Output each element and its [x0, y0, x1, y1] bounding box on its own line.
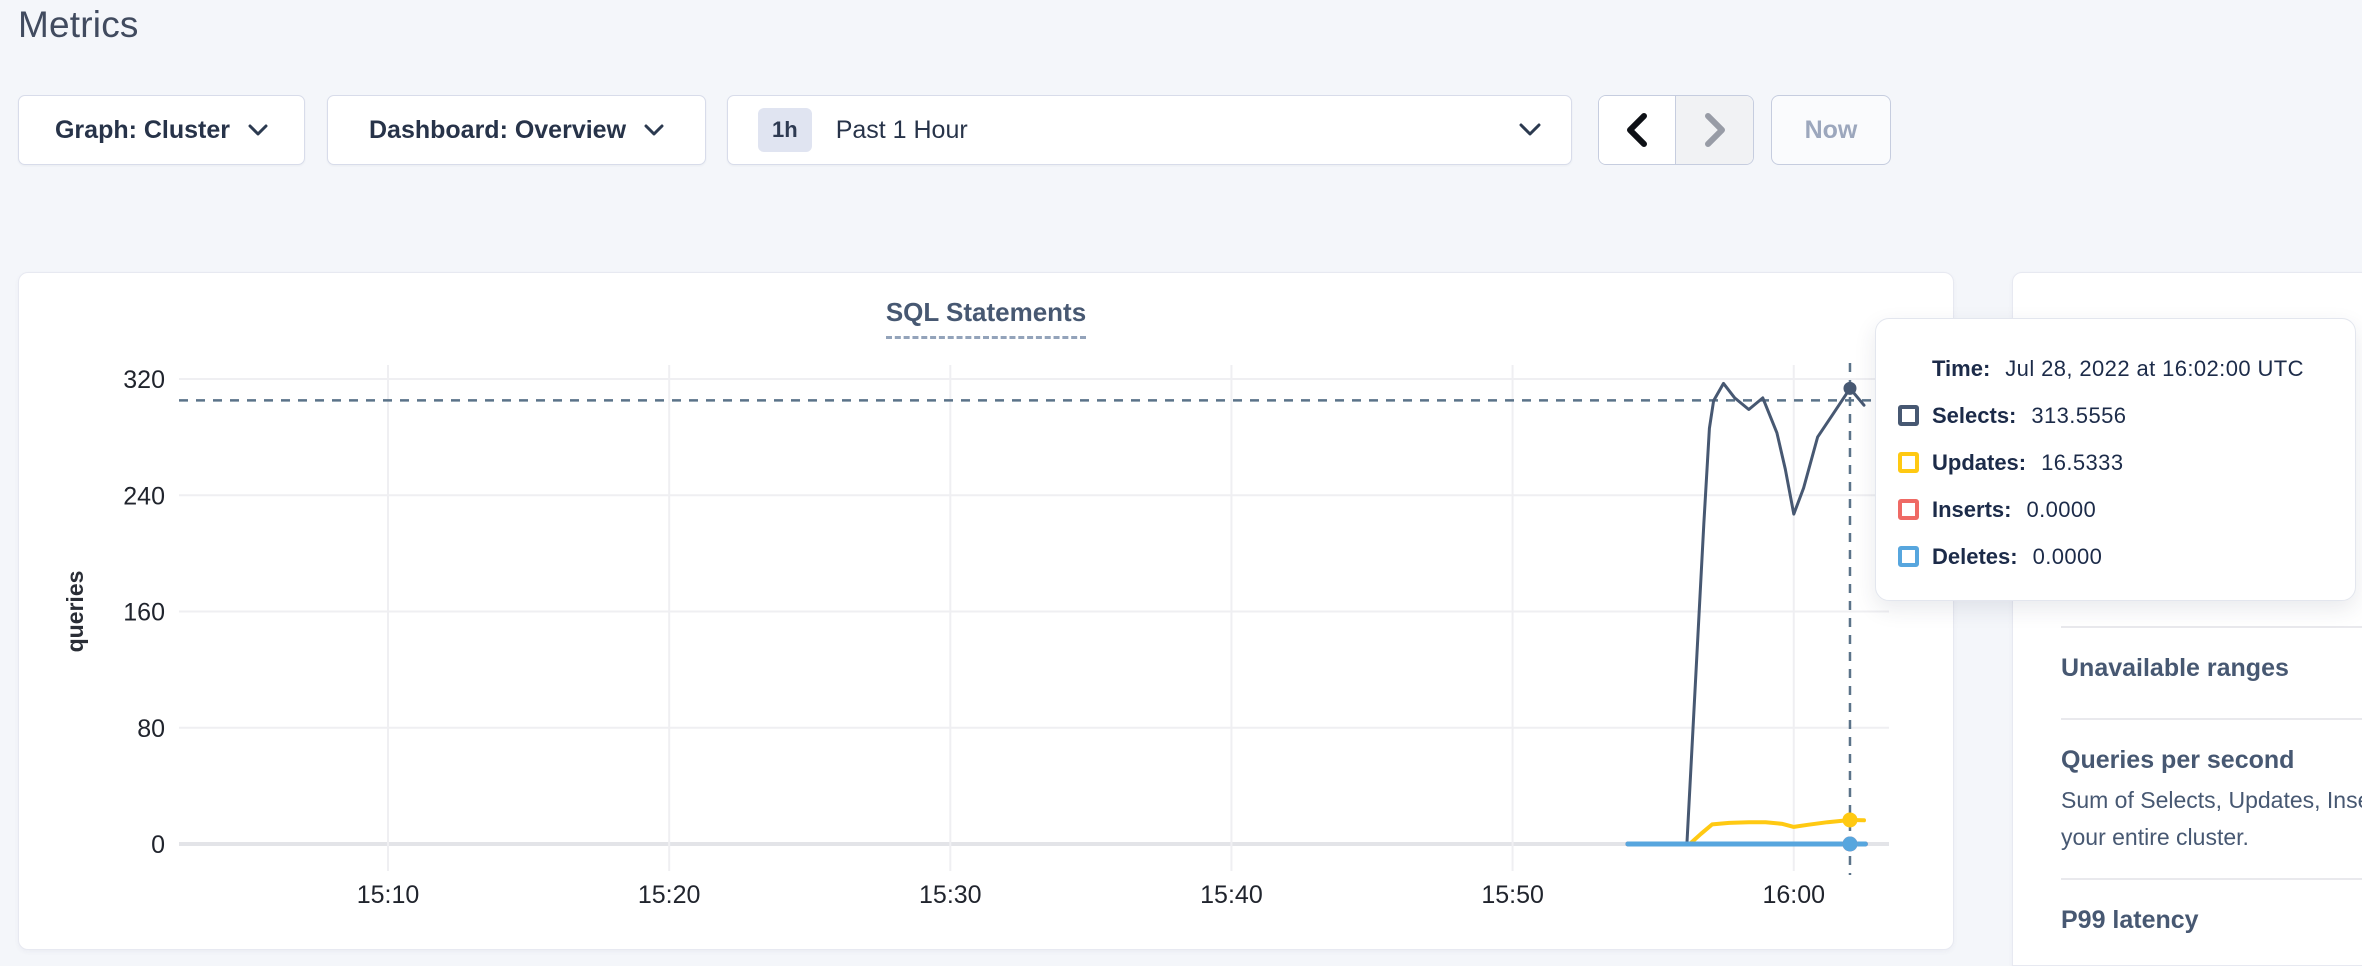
- sidebar-text-line2: your entire cluster.: [2061, 824, 2249, 851]
- tooltip-time-row: Time: Jul 28, 2022 at 16:02:00 UTC: [1898, 345, 2333, 392]
- tooltip-updates-row: Updates: 16.5333: [1898, 439, 2333, 486]
- svg-text:15:50: 15:50: [1481, 881, 1544, 909]
- sidebar-text-line1: Sum of Selects, Updates, Inser: [2061, 787, 2362, 814]
- time-pager: [1598, 95, 1754, 165]
- chart-tooltip: Time: Jul 28, 2022 at 16:02:00 UTC Selec…: [1875, 318, 2356, 601]
- svg-text:160: 160: [123, 599, 165, 627]
- tooltip-deletes-value: 0.0000: [2033, 544, 2103, 570]
- tooltip-selects-label: Selects:: [1932, 403, 2016, 429]
- next-time-button[interactable]: [1676, 96, 1753, 164]
- chevron-down-icon: [248, 124, 268, 137]
- tooltip-updates-value: 16.5333: [2041, 450, 2123, 476]
- sql-statements-chart[interactable]: 0 80 160 240 320 15:10 15:20 15:30 15:40 15:50 16:…: [19, 273, 1955, 951]
- tooltip-deletes-label: Deletes:: [1932, 544, 2018, 570]
- svg-text:15:10: 15:10: [357, 881, 420, 909]
- time-range-label: Past 1 Hour: [836, 116, 1501, 145]
- time-range-dropdown[interactable]: 1h Past 1 Hour: [727, 95, 1572, 165]
- now-button[interactable]: Now: [1771, 95, 1891, 165]
- chevron-right-icon: [1700, 110, 1730, 150]
- sidebar-heading-unavailable-ranges: Unavailable ranges: [2061, 654, 2289, 683]
- chevron-down-icon: [1519, 123, 1541, 137]
- svg-text:0: 0: [151, 831, 165, 859]
- svg-text:15:30: 15:30: [919, 881, 982, 909]
- divider: [2061, 718, 2362, 720]
- chevron-down-icon: [644, 124, 664, 137]
- graph-dropdown[interactable]: Graph: Cluster: [18, 95, 305, 165]
- prev-time-button[interactable]: [1599, 96, 1676, 164]
- tooltip-inserts-label: Inserts:: [1932, 497, 2011, 523]
- graph-dropdown-label: Graph: Cluster: [55, 116, 230, 145]
- tooltip-time-label: Time:: [1932, 356, 1990, 382]
- svg-text:15:20: 15:20: [638, 881, 701, 909]
- tooltip-deletes-row: Deletes: 0.0000: [1898, 533, 2333, 580]
- updates-series-swatch: [1898, 452, 1919, 473]
- tooltip-selects-value: 313.5556: [2031, 403, 2126, 429]
- svg-text:240: 240: [123, 482, 165, 510]
- chevron-left-icon: [1622, 110, 1652, 150]
- divider: [2061, 626, 2362, 628]
- dashboard-dropdown[interactable]: Dashboard: Overview: [327, 95, 706, 165]
- selects-series-swatch: [1898, 405, 1919, 426]
- tooltip-time-value: Jul 28, 2022 at 16:02:00 UTC: [2005, 356, 2304, 382]
- svg-text:queries: queries: [62, 571, 88, 653]
- tooltip-updates-label: Updates:: [1932, 450, 2026, 476]
- svg-text:16:00: 16:00: [1762, 881, 1825, 909]
- sidebar-heading-queries-per-second: Queries per second: [2061, 746, 2294, 775]
- tooltip-inserts-value: 0.0000: [2026, 497, 2096, 523]
- metrics-page: Metrics Graph: Cluster Dashboard: Overvi…: [0, 0, 2362, 966]
- page-title: Metrics: [18, 4, 139, 46]
- inserts-series-swatch: [1898, 499, 1919, 520]
- tooltip-selects-row: Selects: 313.5556: [1898, 392, 2333, 439]
- tooltip-inserts-row: Inserts: 0.0000: [1898, 486, 2333, 533]
- divider: [2061, 878, 2362, 880]
- svg-text:320: 320: [123, 366, 165, 394]
- time-range-badge: 1h: [758, 108, 812, 152]
- deletes-series-swatch: [1898, 546, 1919, 567]
- svg-text:15:40: 15:40: [1200, 881, 1263, 909]
- dashboard-dropdown-label: Dashboard: Overview: [369, 116, 626, 145]
- svg-text:80: 80: [137, 715, 165, 743]
- sidebar-heading-p99-latency: P99 latency: [2061, 906, 2199, 935]
- sql-statements-card: SQL Statements 08016024032015:1015:2015:…: [18, 272, 1954, 950]
